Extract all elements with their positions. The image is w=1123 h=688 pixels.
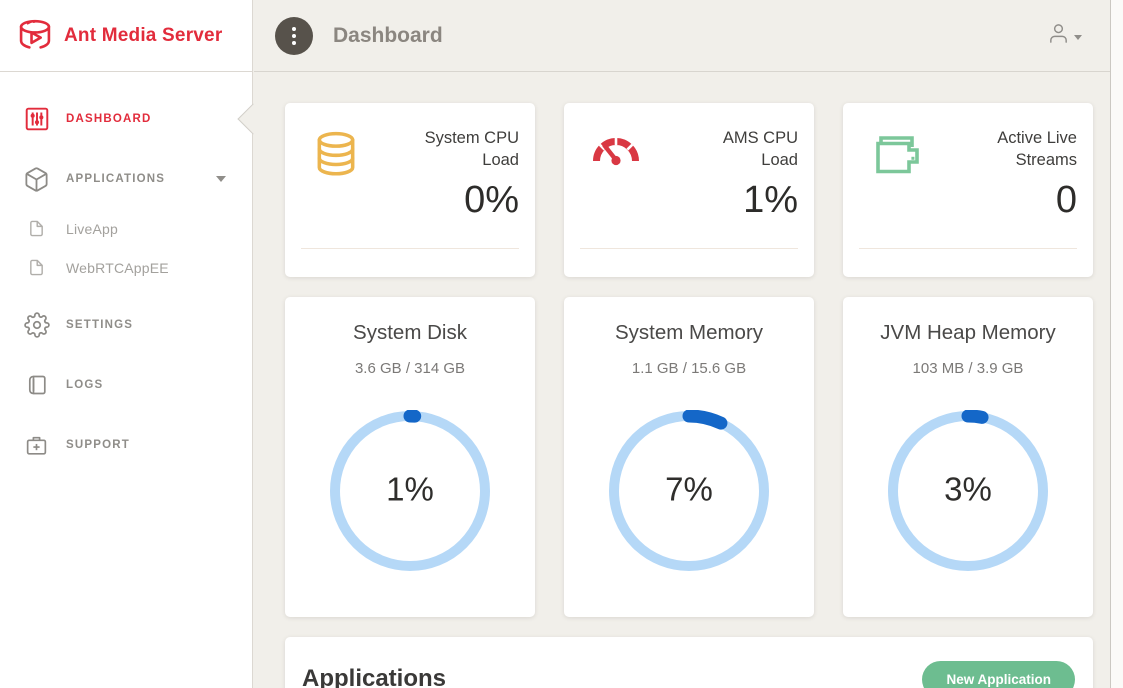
file-icon: [27, 220, 46, 237]
donut-gauge: 1%: [329, 410, 491, 572]
first-aid-icon: [23, 433, 50, 458]
donut-gauge: 7%: [608, 410, 770, 572]
donut-gauge: 3%: [887, 410, 1049, 572]
sidebar-item-liveapp[interactable]: LiveApp: [0, 209, 252, 248]
page-title: Dashboard: [333, 24, 443, 48]
log-file-icon: [23, 373, 50, 397]
kebab-menu-icon: [292, 27, 296, 31]
new-application-button[interactable]: New Application: [922, 661, 1075, 688]
stat-label: AMS CPU Load: [686, 127, 798, 171]
sidebar-item-label: LOGS: [66, 379, 103, 391]
sidebar-toggle-button[interactable]: [275, 17, 313, 55]
sidebar-item-logs[interactable]: LOGS: [0, 363, 252, 407]
gauge-percent: 7%: [608, 470, 770, 508]
sidebar-item-label: SUPPORT: [66, 439, 130, 451]
stat-card-ams-cpu: AMS CPU Load 1%: [564, 103, 814, 277]
database-icon: [311, 130, 361, 180]
stat-card-system-cpu: System CPU Load 0%: [285, 103, 535, 277]
stat-value: 0: [965, 179, 1077, 222]
ant-media-logo-icon: [15, 17, 55, 54]
sidebar-item-label: LiveApp: [66, 221, 118, 237]
stat-value: 1%: [686, 179, 798, 222]
gauge-title: System Disk: [285, 321, 535, 345]
speedometer-icon: [590, 130, 642, 168]
dashboard-content: System CPU Load 0%: [254, 73, 1110, 688]
sidebar-item-label: SETTINGS: [66, 319, 133, 331]
user-icon: [1047, 22, 1070, 50]
gauge-card-system-disk: System Disk 3.6 GB / 314 GB 1%: [285, 297, 535, 617]
gauge-usage: 103 MB / 3.9 GB: [843, 360, 1093, 377]
gauge-percent: 1%: [329, 470, 491, 508]
gauge-card-system-memory: System Memory 1.1 GB / 15.6 GB 7%: [564, 297, 814, 617]
sidebar-item-label: APPLICATIONS: [66, 173, 165, 185]
gauge-card-jvm-heap: JVM Heap Memory 103 MB / 3.9 GB 3%: [843, 297, 1093, 617]
sidebar-item-dashboard[interactable]: DASHBOARD: [0, 97, 252, 141]
package-icon: [23, 166, 50, 193]
brand-name: Ant Media Server: [64, 25, 222, 47]
sidebar-item-webrtcappee[interactable]: WebRTCAppEE: [0, 248, 252, 287]
sidebar-item-label: DASHBOARD: [66, 113, 152, 125]
sidebar-item-settings[interactable]: SETTINGS: [0, 303, 252, 347]
gear-icon: [23, 312, 50, 338]
sidebar-item-label: WebRTCAppEE: [66, 260, 169, 276]
stat-value: 0%: [407, 179, 519, 222]
applications-panel: Applications New Application: [285, 637, 1093, 688]
chevron-down-icon: [1074, 35, 1082, 40]
gauge-percent: 3%: [887, 470, 1049, 508]
gauge-usage: 3.6 GB / 314 GB: [285, 360, 535, 377]
file-icon: [27, 259, 46, 276]
sidebar-item-support[interactable]: SUPPORT: [0, 423, 252, 467]
gauge-title: System Memory: [564, 321, 814, 345]
applications-title: Applications: [302, 665, 446, 688]
brand-logo[interactable]: Ant Media Server: [0, 0, 252, 72]
stat-label: Active Live Streams: [965, 127, 1077, 171]
stat-label: System CPU Load: [407, 127, 519, 171]
sidebar-item-applications[interactable]: APPLICATIONS: [0, 157, 252, 201]
scrollbar-track[interactable]: [1110, 0, 1123, 688]
stat-cards-row: System CPU Load 0%: [285, 103, 1110, 277]
top-header: Dashboard: [254, 0, 1110, 72]
stat-card-active-streams: Active Live Streams 0: [843, 103, 1093, 277]
chevron-down-icon: [216, 176, 226, 182]
user-menu[interactable]: [1047, 22, 1082, 50]
sidebar-nav: DASHBOARD APPLICATIONS LiveApp: [0, 72, 252, 467]
sidebar: Ant Media Server DASHBOARD: [0, 0, 253, 688]
gauge-usage: 1.1 GB / 15.6 GB: [564, 360, 814, 377]
dashboard-sliders-icon: [23, 106, 50, 132]
gauge-cards-row: System Disk 3.6 GB / 314 GB 1% System Me…: [285, 297, 1110, 617]
wallet-icon: [869, 130, 921, 180]
gauge-title: JVM Heap Memory: [843, 321, 1093, 345]
